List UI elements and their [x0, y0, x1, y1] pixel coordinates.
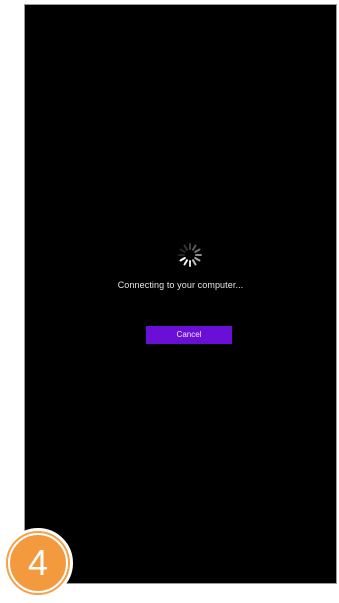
step-number-badge: 4	[3, 528, 73, 598]
step-number: 4	[8, 533, 68, 593]
page: Connecting to your computer... Cancel 4	[0, 0, 339, 603]
cancel-button[interactable]: Cancel	[146, 326, 232, 344]
connecting-status-text: Connecting to your computer...	[117, 280, 244, 290]
device-screen: Connecting to your computer... Cancel	[24, 4, 337, 584]
loading-spinner-icon	[178, 243, 202, 267]
